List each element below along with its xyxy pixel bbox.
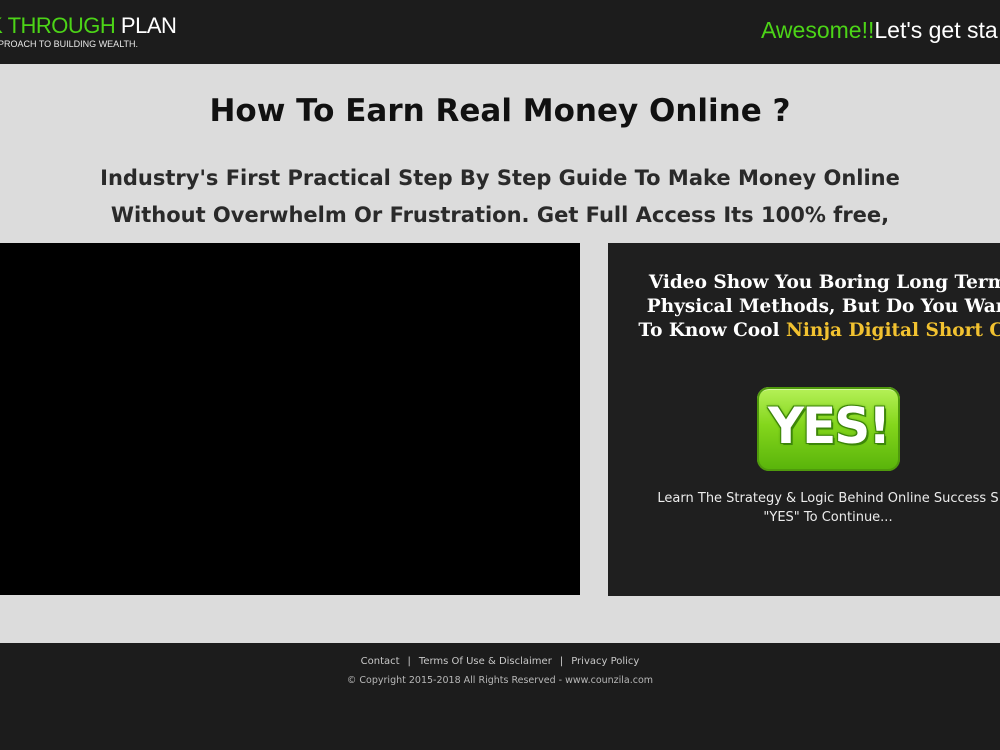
offer-panel-title: Video Show You Boring Long Term Physical… bbox=[608, 271, 1000, 343]
logo-wordmark: AK THROUGH PLAN bbox=[0, 13, 177, 39]
footer-link-privacy[interactable]: Privacy Policy bbox=[571, 656, 639, 667]
site-header: AK THROUGH PLAN PROACH TO BUILDING WEALT… bbox=[0, 0, 1000, 64]
footer-link-terms[interactable]: Terms Of Use & Disclaimer bbox=[419, 656, 552, 667]
cta-text-green: Awesome!! bbox=[761, 17, 875, 43]
offer-title-highlight: Ninja Digital Short Cu bbox=[785, 320, 1000, 341]
page-headline: How To Earn Real Money Online ? bbox=[209, 93, 791, 129]
site-footer: Contact | Terms Of Use & Disclaimer | Privac… bbox=[0, 643, 1000, 750]
yes-button[interactable]: YES! bbox=[757, 387, 900, 471]
yes-button-label: YES! bbox=[767, 397, 891, 455]
video-player[interactable] bbox=[0, 243, 580, 595]
offer-description: Learn The Strategy & Logic Behind Online… bbox=[608, 489, 1000, 527]
header-cta-text: Awesome!!Let's get sta bbox=[761, 16, 998, 44]
cta-text-white: Let's get sta bbox=[874, 17, 998, 43]
offer-title-line-3: To Know Cool Ninja Digital Short Cu bbox=[608, 319, 1000, 343]
logo-tagline: PROACH TO BUILDING WEALTH. bbox=[0, 39, 139, 49]
site-logo[interactable]: AK THROUGH PLAN PROACH TO BUILDING WEALT… bbox=[0, 13, 177, 50]
offer-description-line-2: "YES" To Continue... bbox=[763, 510, 893, 525]
footer-copyright: © Copyright 2015-2018 All Rights Reserve… bbox=[346, 675, 654, 686]
footer-link-contact[interactable]: Contact bbox=[361, 656, 400, 667]
footer-separator: | bbox=[559, 656, 564, 667]
logo-text-white: PLAN bbox=[120, 13, 177, 38]
logo-text-green: AK THROUGH bbox=[0, 13, 116, 38]
offer-description-line-1: Learn The Strategy & Logic Behind Online… bbox=[657, 491, 999, 506]
offer-title-line-3-prefix: To Know Cool bbox=[638, 320, 786, 341]
footer-links: Contact | Terms Of Use & Disclaimer | Privac… bbox=[0, 655, 1000, 669]
subheadline-line-1: Industry's First Practical Step By Step … bbox=[100, 166, 900, 190]
subheadline-line-2: Without Overwhelm Or Frustration. Get Fu… bbox=[110, 203, 890, 227]
offer-title-line-2: Physical Methods, But Do You Wan bbox=[646, 296, 1000, 317]
offer-title-line-1: Video Show You Boring Long Term bbox=[648, 272, 1000, 293]
footer-separator: | bbox=[407, 656, 411, 667]
offer-panel: Video Show You Boring Long Term Physical… bbox=[608, 243, 1000, 596]
